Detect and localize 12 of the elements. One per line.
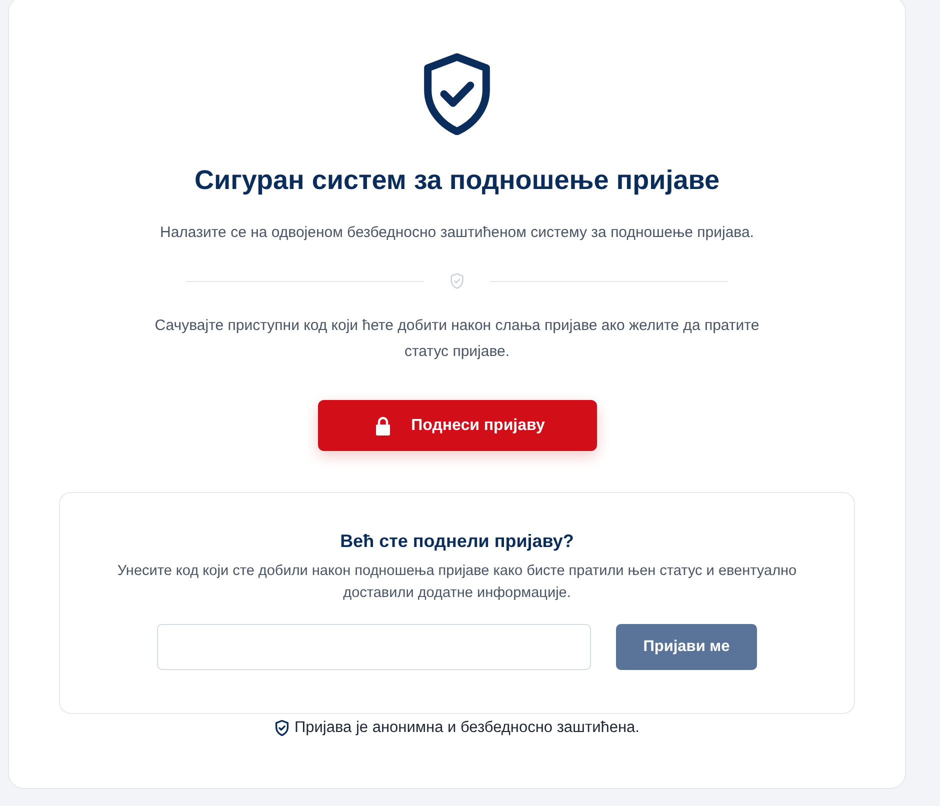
anonymity-note: Пријава је анонимна и безбедносно заштићена.: [294, 718, 640, 738]
shield-check-icon: [422, 53, 492, 135]
shield-check-icon: [274, 720, 288, 736]
panel-description: Унесите код који сте добили након подношења пријаве како бисте пратили њен статус и евентуално доставили додатне информације.: [117, 562, 797, 603]
page-title: Сигуран систем за подношење пријаве: [194, 164, 720, 197]
shield-check-icon: [450, 273, 464, 289]
lock-icon: [375, 416, 392, 436]
submit-report-button[interactable]: Поднеси пријаву: [318, 400, 596, 451]
notice-text: Сачувајте приступни код који ћете добити након слања пријаве ако желите да пратите статус пријаве.: [154, 316, 760, 362]
subtitle-text: Налазите се на одвојеном безбедносно заштићеном систему за подношење пријава.: [160, 223, 754, 243]
access-code-field[interactable]: [157, 624, 591, 670]
panel-heading: Већ сте поднели пријаву?: [340, 530, 574, 553]
